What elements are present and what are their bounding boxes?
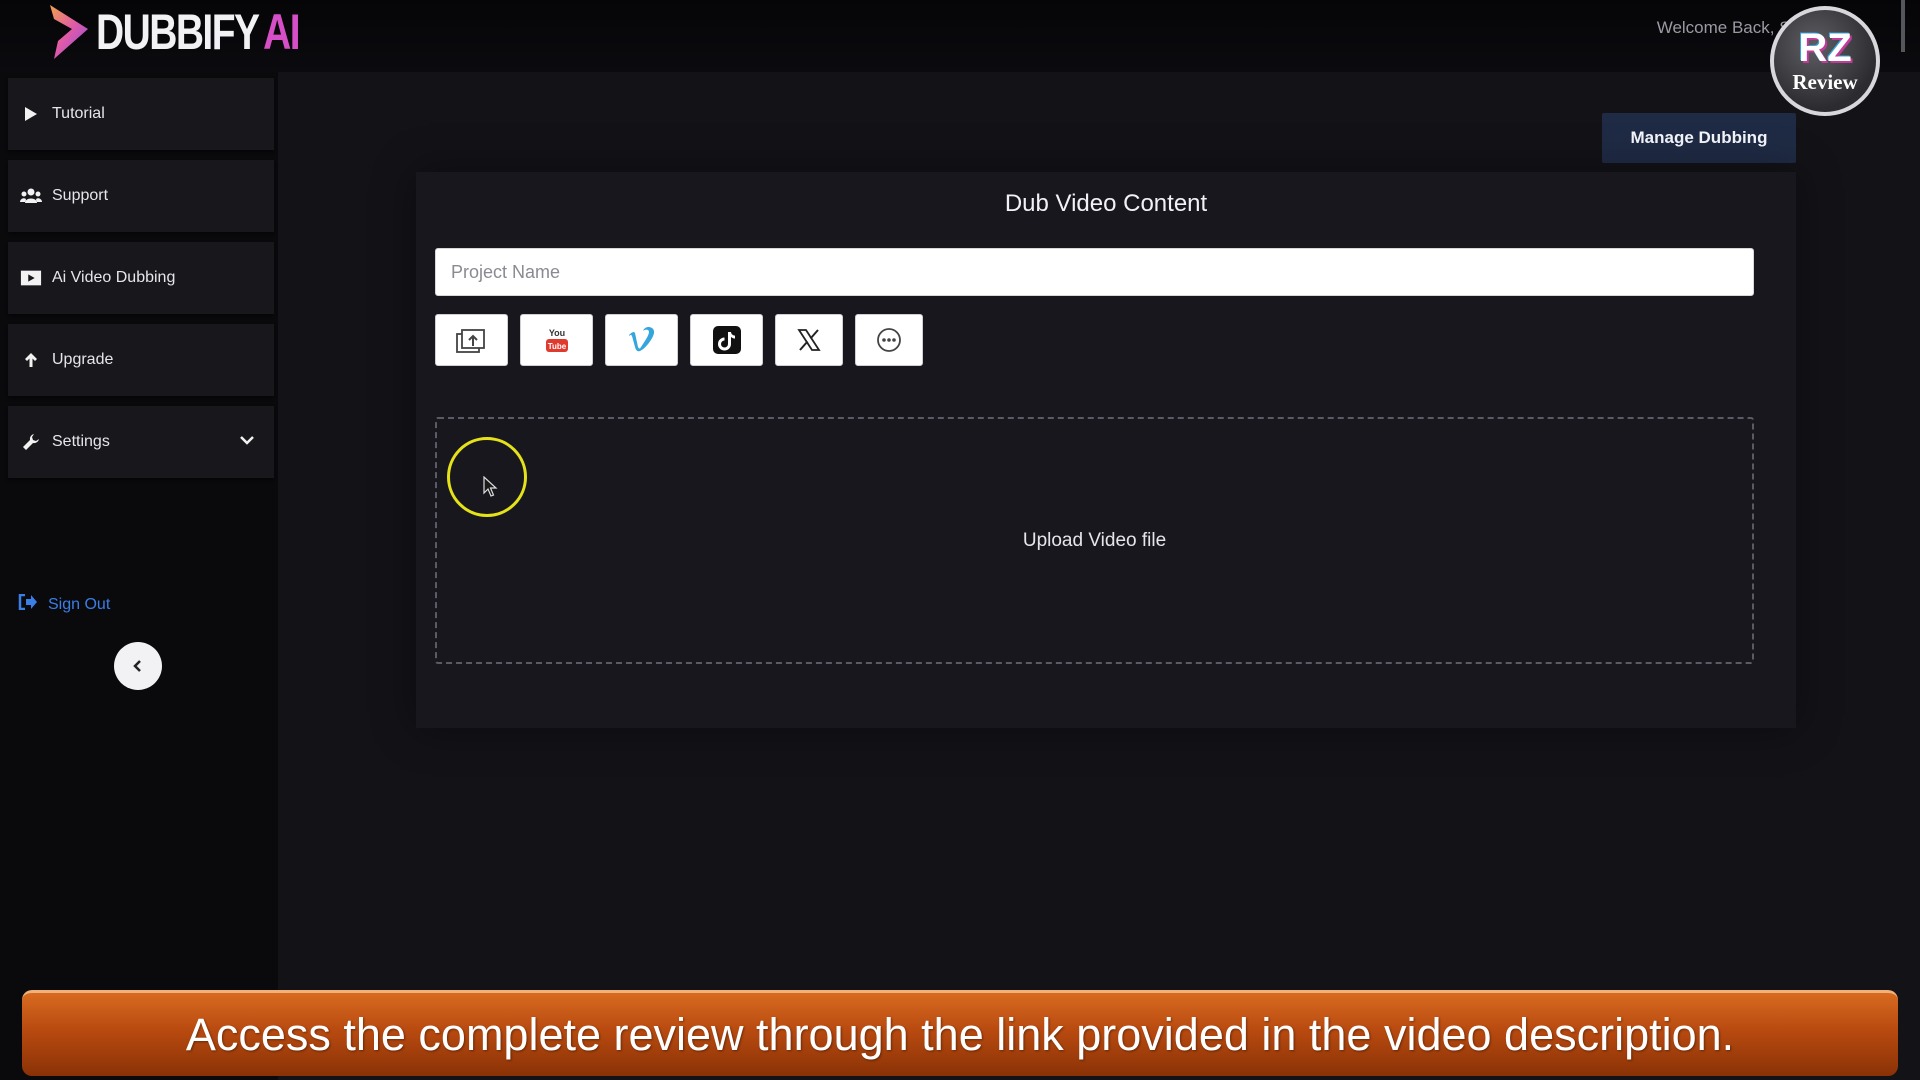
youtube-icon: You Tube <box>545 328 568 352</box>
sign-out-label: Sign Out <box>48 595 111 613</box>
sidebar-item-label: Support <box>52 187 109 204</box>
sidebar-item-settings[interactable]: Settings <box>8 406 274 478</box>
dub-video-card: Dub Video Content You Tube <box>416 172 1796 728</box>
collapse-sidebar-button[interactable] <box>114 642 162 690</box>
upload-icon <box>455 329 485 353</box>
watermark-monogram: RZ <box>1798 25 1852 70</box>
arrow-up-icon <box>20 349 42 371</box>
vimeo-icon <box>628 327 654 352</box>
manage-dubbing-button[interactable]: Manage Dubbing <box>1602 113 1796 163</box>
sign-out-link[interactable]: Sign Out <box>18 593 111 615</box>
tiktok-icon <box>712 326 741 354</box>
chevron-down-icon[interactable] <box>240 432 254 450</box>
sign-out-icon <box>18 593 38 615</box>
page-scrollbar[interactable] <box>1901 0 1905 52</box>
sidebar-item-label: Upgrade <box>52 351 114 368</box>
rz-review-watermark: RZ Review <box>1770 6 1880 116</box>
top-header: DUBBIFYAI Welcome Back, Se <box>0 0 1920 72</box>
svg-text:Tube: Tube <box>547 342 566 351</box>
users-icon <box>20 185 42 207</box>
vimeo-button[interactable] <box>605 314 678 366</box>
wrench-icon <box>20 431 42 453</box>
sidebar: Tutorial Support Ai Video Dubbing Upgrad… <box>0 72 278 1080</box>
youtube-button[interactable]: You Tube <box>520 314 593 366</box>
caption-banner: Access the complete review through the l… <box>22 990 1898 1076</box>
sidebar-item-support[interactable]: Support <box>8 160 274 232</box>
sidebar-item-upgrade[interactable]: Upgrade <box>8 324 274 396</box>
project-name-input[interactable] <box>435 248 1754 296</box>
brand-logo[interactable]: DUBBIFYAI <box>44 0 356 64</box>
more-icon <box>877 328 901 352</box>
upload-file-button[interactable] <box>435 314 508 366</box>
watermark-label: Review <box>1792 69 1858 94</box>
sidebar-item-label: Settings <box>52 433 110 450</box>
svg-text:You: You <box>548 328 564 338</box>
sidebar-item-tutorial[interactable]: Tutorial <box>8 78 274 150</box>
x-button[interactable] <box>775 314 843 366</box>
sidebar-item-label: Ai Video Dubbing <box>52 269 176 286</box>
sidebar-item-label: Tutorial <box>52 105 105 122</box>
logo-mark-icon <box>50 5 88 59</box>
mouse-cursor-icon <box>483 476 498 497</box>
more-options-button[interactable] <box>855 314 923 366</box>
play-icon <box>20 103 42 125</box>
dropzone-label: Upload Video file <box>1022 529 1167 551</box>
caption-text: Access the complete review through the l… <box>185 1008 1735 1060</box>
video-icon <box>20 267 42 289</box>
tiktok-button[interactable] <box>690 314 763 366</box>
x-icon <box>797 329 821 351</box>
upload-dropzone[interactable]: Upload Video file <box>435 417 1754 664</box>
brand-name: DUBBIFYAI <box>96 4 301 60</box>
sidebar-item-ai-video-dubbing[interactable]: Ai Video Dubbing <box>8 242 274 314</box>
card-title: Dub Video Content <box>1004 190 1208 217</box>
chevron-left-icon <box>133 660 141 672</box>
